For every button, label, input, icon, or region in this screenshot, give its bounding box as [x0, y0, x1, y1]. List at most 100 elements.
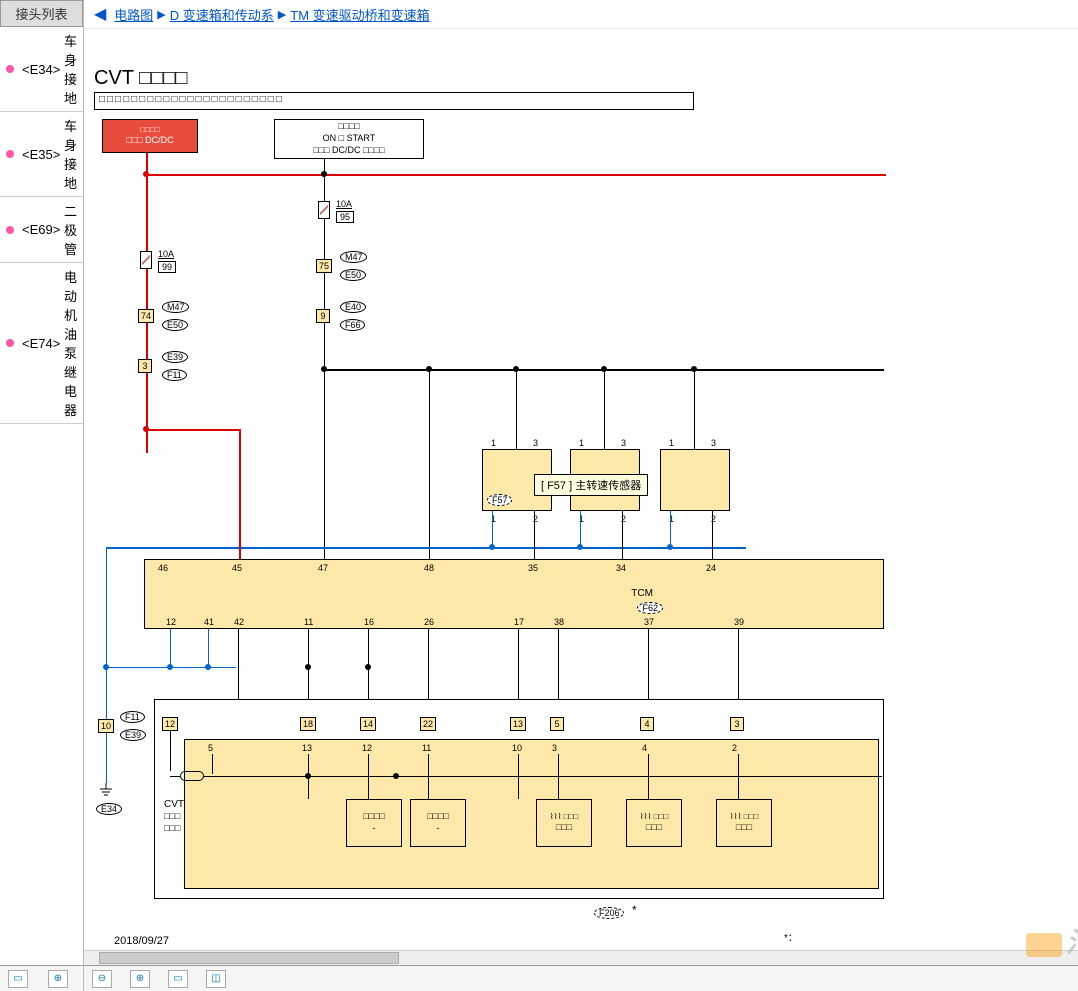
list-item[interactable]: <E35> 车身接地 — [0, 112, 83, 197]
wire — [622, 511, 623, 559]
wire — [738, 629, 739, 699]
scrollbar-horizontal[interactable] — [84, 950, 1078, 965]
wire — [106, 547, 746, 549]
wire — [580, 511, 581, 547]
conn[interactable]: F11 — [162, 369, 187, 381]
conn[interactable]: E39 — [162, 351, 188, 363]
wire — [146, 174, 886, 176]
wire — [518, 629, 519, 699]
crumb-link[interactable]: D 变速箱和传动系 — [170, 5, 274, 24]
node — [305, 773, 311, 779]
conn[interactable]: F66 — [340, 319, 366, 331]
list-item[interactable]: <E69> 二极管 — [0, 197, 83, 263]
component: ⌇⌇⌇ □□□□□□ — [536, 799, 592, 847]
wire — [106, 547, 108, 667]
diagram-viewport[interactable]: CVT □□□□ □□□□□□□□□□□□□□□□□□□□□□□ □□□□ □□… — [84, 29, 1078, 965]
conn[interactable]: E50 — [162, 319, 188, 331]
wire — [170, 731, 171, 771]
component: □□□□- — [410, 799, 466, 847]
conn[interactable]: E34 — [96, 803, 122, 815]
sensor-box[interactable]: 31 12 — [660, 449, 730, 511]
dcdc-box[interactable]: □□□□ □□□ DC/DC — [102, 119, 198, 153]
wire — [146, 429, 240, 431]
sidebar: 接头列表 <E34> 车身接地 <E35> 车身接地 <E69> 二极管 <E7… — [0, 0, 84, 991]
connector-list: <E34> 车身接地 <E35> 车身接地 <E69> 二极管 <E74> 电动… — [0, 27, 83, 965]
conn[interactable]: F206 — [594, 907, 625, 919]
wire — [428, 629, 429, 699]
wire — [534, 511, 535, 559]
sep-icon: ▶ — [157, 8, 165, 21]
node — [143, 171, 149, 177]
cvt-inner — [184, 739, 879, 889]
wire — [516, 369, 517, 449]
conn[interactable]: M47 — [162, 301, 190, 313]
main-toolbar: ⊖ ⊕ ▭ ◫ ⎙ ≡ — [84, 965, 1078, 991]
list-item[interactable]: <E34> 车身接地 — [0, 27, 83, 112]
zoom-out-icon[interactable]: ⊖ — [92, 970, 112, 988]
wire — [324, 369, 325, 559]
wire — [694, 369, 695, 449]
wire — [238, 629, 239, 699]
fuse-amp: 10A — [158, 249, 174, 259]
pin: 75 — [316, 259, 332, 273]
zoom-in-icon[interactable]: ⊕ — [130, 970, 150, 988]
crumb-link[interactable]: TM 变速驱动桥和变速箱 — [290, 5, 429, 24]
pin: 10 — [98, 719, 114, 733]
wire — [106, 667, 236, 668]
fuse-icon — [140, 251, 152, 269]
wire — [670, 511, 671, 547]
wire — [208, 629, 209, 669]
conn[interactable]: M47 — [340, 251, 368, 263]
breadcrumb: ◀ 电路图 ▶ D 变速箱和传动系 ▶ TM 变速驱动桥和变速箱 — [84, 0, 1078, 29]
fuse-num: 99 — [158, 261, 176, 273]
node — [393, 773, 399, 779]
pin: 3 — [138, 359, 152, 373]
wire — [492, 511, 493, 547]
tooltip: [ F57 ] 主转速传感器 — [534, 474, 648, 496]
wire — [429, 369, 430, 559]
wire — [712, 511, 713, 559]
pin: 9 — [316, 309, 330, 323]
wire — [106, 733, 107, 783]
conn[interactable]: E40 — [340, 301, 366, 313]
conn: F62 — [637, 602, 663, 614]
fuse-num: 95 — [336, 211, 354, 223]
wire — [604, 369, 605, 449]
sidebar-header: 接头列表 — [0, 0, 83, 27]
wire — [170, 776, 180, 777]
diagram-subtitle: □□□□□□□□□□□□□□□□□□□□□□□ — [94, 92, 694, 110]
crumb-link[interactable]: 电路图 — [114, 5, 153, 24]
page-icon[interactable]: ▭ — [168, 970, 188, 988]
list-item[interactable]: <E74> 电动机油泵继电器 — [0, 263, 83, 424]
conn[interactable]: E39 — [120, 729, 146, 741]
fuse-icon — [318, 201, 330, 219]
date-label: 2018/09/27 — [114, 935, 169, 947]
bullet-icon — [6, 226, 14, 234]
component: □□□□- — [346, 799, 402, 847]
wire — [558, 629, 559, 699]
tool-icon[interactable]: ▭ — [8, 970, 28, 988]
wire — [146, 153, 148, 453]
main-panel: ◀ 电路图 ▶ D 变速箱和传动系 ▶ TM 变速驱动桥和变速箱 CVT □□□… — [84, 0, 1078, 991]
component: ⌇⌇⌇ □□□□□□ — [626, 799, 682, 847]
bullet-icon — [6, 65, 14, 73]
wire — [212, 776, 882, 777]
node — [305, 664, 311, 670]
conn[interactable]: E50 — [340, 269, 366, 281]
wire — [648, 629, 649, 699]
doc-icon[interactable]: ◫ — [206, 970, 226, 988]
start-box[interactable]: □□□□ ON □ START □□□ DC/DC □□□□ — [274, 119, 424, 159]
ground-icon — [98, 783, 114, 804]
conn[interactable]: F11 — [120, 711, 145, 723]
wire — [239, 429, 241, 559]
back-icon[interactable]: ◀ — [94, 4, 106, 24]
sep-icon: ▶ — [278, 8, 286, 21]
pin: 74 — [138, 309, 154, 323]
resistor-icon — [180, 771, 204, 781]
component: ⌇⌇⌇ □□□□□□ — [716, 799, 772, 847]
sidebar-toolbar: ▭ ⊕ — [0, 965, 83, 991]
node — [143, 426, 149, 432]
node — [321, 171, 327, 177]
add-icon[interactable]: ⊕ — [48, 970, 68, 988]
fuse-amp: 10A — [336, 199, 352, 209]
